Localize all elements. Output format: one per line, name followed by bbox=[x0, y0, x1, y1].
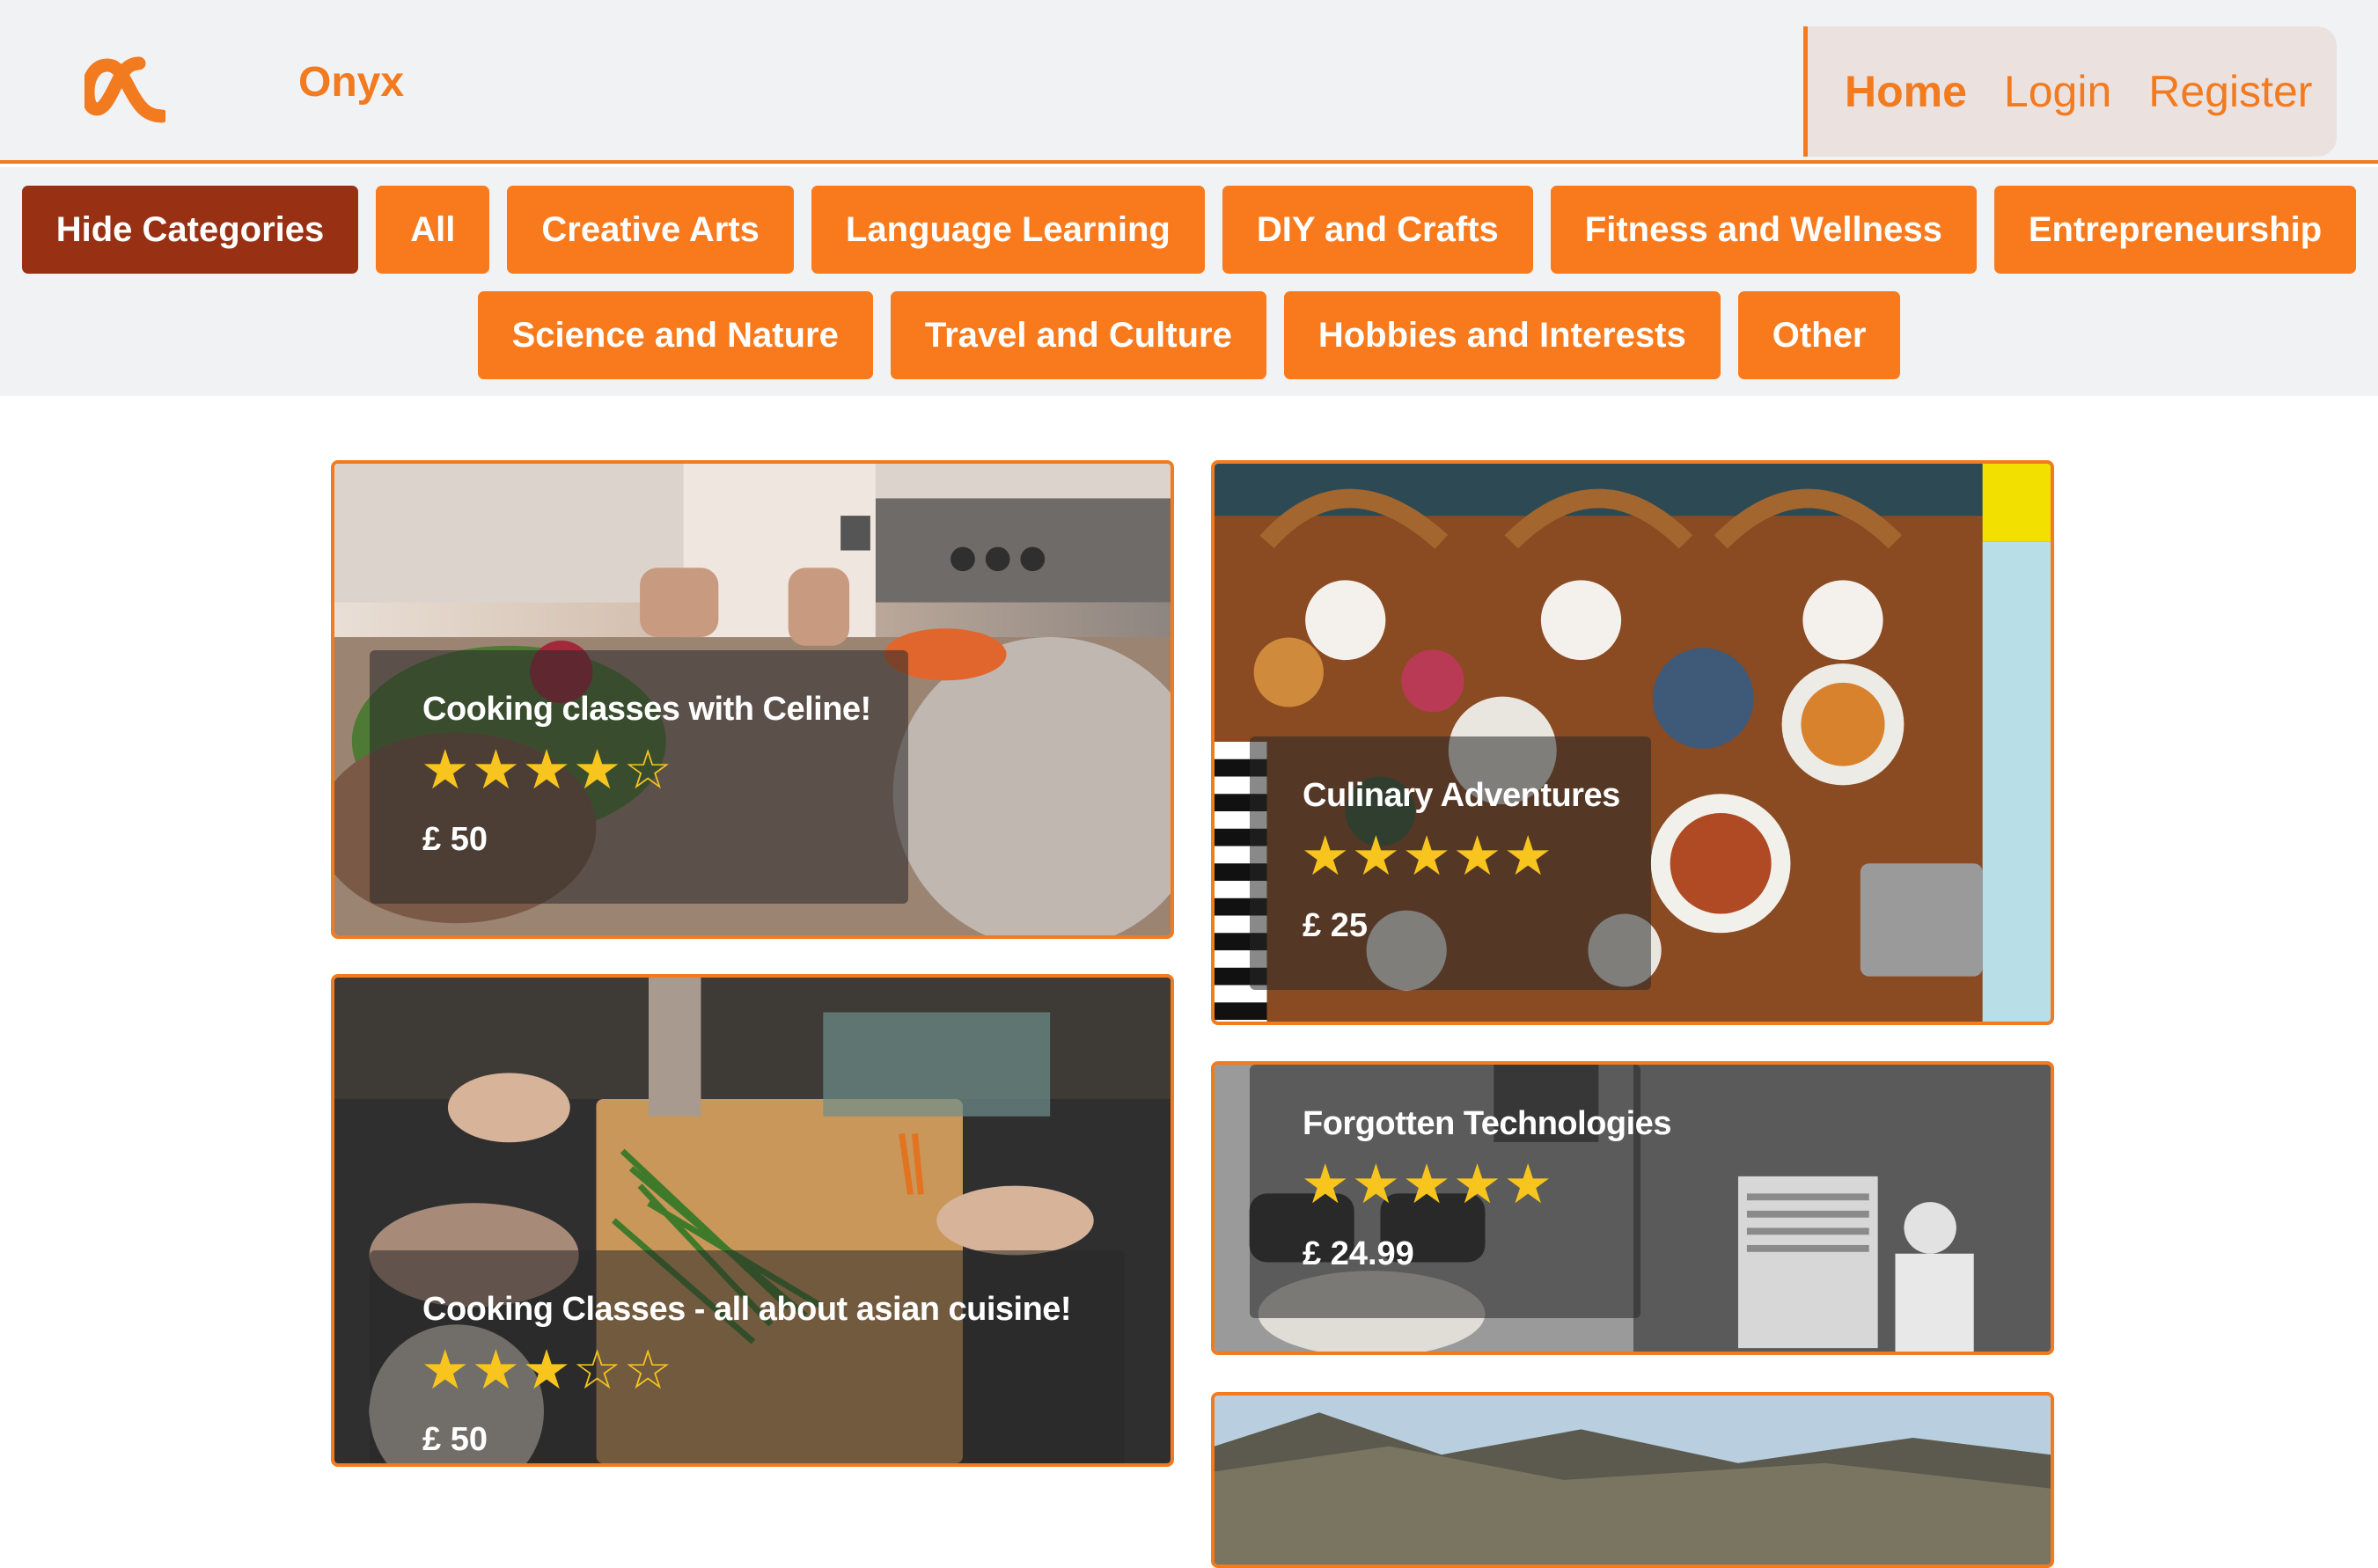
course-price: £ 50 bbox=[422, 1421, 488, 1458]
course-title[interactable]: Forgotten Technologies bbox=[1303, 1105, 1671, 1143]
star-filled-icon: ★ bbox=[1351, 1154, 1403, 1215]
star-filled-icon: ★ bbox=[1301, 826, 1352, 887]
course-card[interactable]: Culinary Adventures ★★★★★ £ 25 bbox=[1211, 460, 2054, 1025]
star-filled-icon: ★ bbox=[1503, 1154, 1554, 1215]
category-row-2: Science and Nature Travel and Culture Ho… bbox=[0, 291, 2378, 379]
star-filled-icon: ★ bbox=[421, 740, 472, 801]
star-filled-icon: ★ bbox=[572, 740, 624, 801]
alpha-logo-icon[interactable] bbox=[84, 51, 165, 125]
category-language-learning-button[interactable]: Language Learning bbox=[811, 186, 1205, 274]
star-empty-icon: ☆ bbox=[623, 740, 674, 801]
star-filled-icon: ★ bbox=[1402, 826, 1453, 887]
category-hobbies-interests-button[interactable]: Hobbies and Interests bbox=[1283, 291, 1721, 379]
course-price: £ 24.99 bbox=[1303, 1235, 1414, 1272]
rating-stars: ★★★★★ bbox=[1301, 1158, 1554, 1213]
star-filled-icon: ★ bbox=[1452, 1154, 1504, 1215]
nav-login-link[interactable]: Login bbox=[2004, 70, 2111, 114]
category-science-nature-button[interactable]: Science and Nature bbox=[477, 291, 873, 379]
course-card[interactable]: Cooking classes with Celine! ★★★★☆ £ 50 bbox=[331, 460, 1174, 939]
category-entrepreneurship-button[interactable]: Entrepreneurship bbox=[1993, 186, 2357, 274]
course-card[interactable] bbox=[1211, 1392, 2054, 1568]
course-title[interactable]: Cooking Classes - all about asian cuisin… bbox=[422, 1291, 1072, 1329]
category-fitness-wellness-button[interactable]: Fitness and Wellness bbox=[1550, 186, 1977, 274]
star-filled-icon: ★ bbox=[1351, 826, 1403, 887]
rating-stars: ★★★☆☆ bbox=[421, 1344, 674, 1398]
brand-name[interactable]: Onyx bbox=[298, 62, 404, 104]
rating-stars: ★★★★★ bbox=[1301, 830, 1554, 884]
nav-home-link[interactable]: Home bbox=[1845, 70, 1967, 114]
course-image-landscape bbox=[1215, 1396, 2051, 1564]
category-creative-arts-button[interactable]: Creative Arts bbox=[507, 186, 794, 274]
star-empty-icon: ☆ bbox=[623, 1340, 674, 1401]
star-filled-icon: ★ bbox=[1503, 826, 1554, 887]
course-card[interactable]: Cooking Classes - all about asian cuisin… bbox=[331, 974, 1174, 1467]
rating-stars: ★★★★☆ bbox=[421, 744, 674, 798]
category-all-button[interactable]: All bbox=[376, 186, 490, 274]
top-navbar: Onyx Home Login Register bbox=[0, 0, 2378, 164]
star-filled-icon: ★ bbox=[471, 740, 523, 801]
category-row-1: Hide Categories All Creative Arts Langua… bbox=[0, 186, 2378, 274]
star-filled-icon: ★ bbox=[1402, 1154, 1453, 1215]
category-bar: Hide Categories All Creative Arts Langua… bbox=[0, 167, 2378, 396]
star-filled-icon: ★ bbox=[1452, 826, 1504, 887]
nav-register-link[interactable]: Register bbox=[2148, 70, 2312, 114]
nav-links: Home Login Register bbox=[1803, 26, 2337, 157]
course-card[interactable]: Forgotten Technologies ★★★★★ £ 24.99 bbox=[1211, 1061, 2054, 1355]
star-filled-icon: ★ bbox=[522, 740, 573, 801]
category-other-button[interactable]: Other bbox=[1737, 291, 1901, 379]
star-filled-icon: ★ bbox=[522, 1340, 573, 1401]
hide-categories-button[interactable]: Hide Categories bbox=[21, 186, 359, 274]
course-title[interactable]: Cooking classes with Celine! bbox=[422, 691, 871, 729]
category-diy-crafts-button[interactable]: DIY and Crafts bbox=[1222, 186, 1533, 274]
course-price: £ 25 bbox=[1303, 907, 1368, 944]
star-filled-icon: ★ bbox=[421, 1340, 472, 1401]
course-title[interactable]: Culinary Adventures bbox=[1303, 777, 1620, 815]
star-filled-icon: ★ bbox=[471, 1340, 523, 1401]
category-travel-culture-button[interactable]: Travel and Culture bbox=[890, 291, 1266, 379]
star-filled-icon: ★ bbox=[1301, 1154, 1352, 1215]
course-price: £ 50 bbox=[422, 821, 488, 858]
star-empty-icon: ☆ bbox=[572, 1340, 624, 1401]
